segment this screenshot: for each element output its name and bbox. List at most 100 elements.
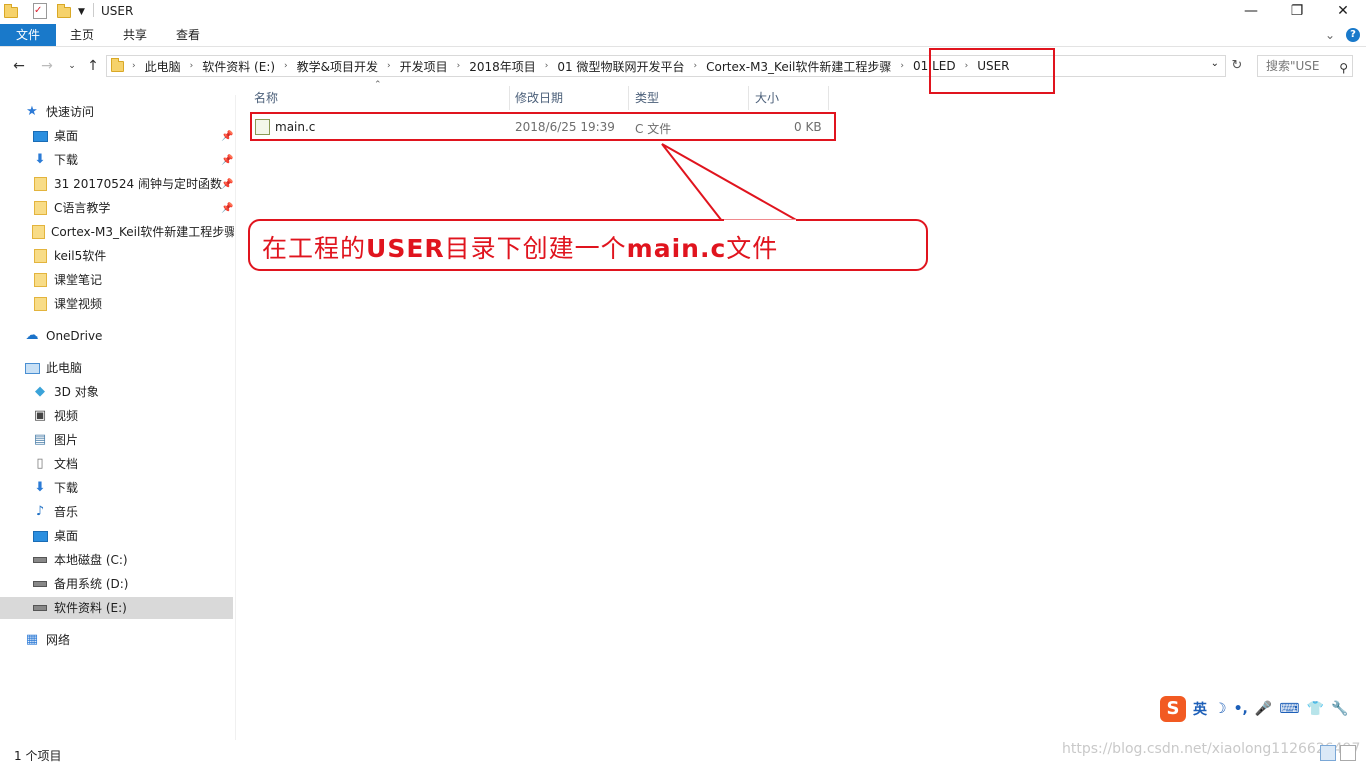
search-icon: ⚲	[1339, 61, 1348, 75]
star-icon: ★	[26, 104, 38, 119]
address-folder-icon	[111, 57, 124, 72]
sidebar-item-folder[interactable]: keil5软件	[32, 245, 106, 267]
pin-icon: 📌	[221, 131, 234, 142]
tab-share[interactable]: 共享	[111, 24, 159, 46]
address-bar[interactable]: › 此电脑 › 软件资料 (E:) › 教学&项目开发 › 开发项目 › 2018年项目…	[106, 55, 1226, 77]
address-dropdown-icon[interactable]: ⌄	[1211, 58, 1219, 69]
breadcrumb-item[interactable]: 01 微型物联网开发平台	[557, 58, 684, 75]
computer-icon	[24, 360, 40, 376]
sidebar-item-quick-access[interactable]: ★ 快速访问	[24, 101, 94, 123]
sidebar-item-label: 课堂笔记	[54, 273, 103, 287]
forward-arrow-icon[interactable]: →	[37, 56, 57, 76]
punctuation-icon[interactable]: •,	[1234, 701, 1248, 717]
breadcrumb-separator[interactable]: ›	[545, 61, 549, 71]
tab-home[interactable]: 主页	[58, 24, 106, 46]
column-header-date[interactable]: 修改日期	[509, 86, 629, 110]
customize-quick-access-icon[interactable]: ▼	[78, 3, 85, 21]
download-icon: ⬇	[34, 480, 46, 495]
pin-icon: 📌	[221, 203, 234, 214]
wrench-icon[interactable]: 🔧	[1331, 701, 1348, 717]
cube-icon: ◆	[35, 384, 45, 399]
sidebar-item-folder[interactable]: Cortex-M3_Keil软件新建工程步骤	[32, 221, 234, 243]
sidebar-item-label: 3D 对象	[54, 385, 99, 399]
sidebar-item-onedrive[interactable]: ☁ OneDrive	[24, 325, 103, 347]
column-header-type[interactable]: 类型	[629, 86, 749, 110]
sidebar-item-label: 本地磁盘 (C:)	[54, 553, 128, 567]
microphone-icon[interactable]: 🎤	[1255, 701, 1272, 717]
sidebar-item-drive-c[interactable]: 本地磁盘 (C:)	[32, 549, 128, 571]
video-icon: ▣	[33, 408, 47, 423]
refresh-icon[interactable]: ↻	[1228, 55, 1246, 77]
sidebar-item-label: 课堂视频	[54, 297, 103, 311]
sidebar-item-folder[interactable]: 31 20170524 闹钟与定时函数	[32, 173, 222, 195]
tab-file[interactable]: 文件	[0, 24, 56, 46]
recent-locations-icon[interactable]: ⌄	[62, 56, 82, 76]
tab-view[interactable]: 查看	[164, 24, 212, 46]
sidebar-item-music[interactable]: ♪ 音乐	[32, 501, 78, 523]
ime-language-toggle[interactable]: 英	[1193, 699, 1207, 719]
breadcrumb-separator[interactable]: ›	[900, 61, 904, 71]
sidebar-item-pictures[interactable]: ▤ 图片	[32, 429, 78, 451]
sogou-logo-icon[interactable]: S	[1160, 696, 1186, 722]
expand-ribbon-icon[interactable]: ⌄	[1322, 24, 1338, 46]
moon-icon[interactable]: ☽	[1214, 701, 1227, 717]
folder-icon	[32, 272, 48, 288]
breadcrumb-item[interactable]: 教学&项目开发	[297, 58, 378, 75]
sidebar-item-this-pc[interactable]: 此电脑	[24, 357, 82, 379]
keyboard-icon[interactable]: ⌨	[1279, 701, 1299, 717]
breadcrumb-item[interactable]: 此电脑	[145, 58, 181, 75]
sidebar-item-drive-e[interactable]: 软件资料 (E:)	[0, 597, 233, 619]
folder-icon	[4, 3, 18, 21]
properties-icon[interactable]: ✓	[33, 3, 47, 19]
sidebar-item-desktop[interactable]: 桌面	[32, 125, 78, 147]
sidebar-item-label: C语言教学	[54, 201, 111, 215]
back-arrow-icon[interactable]: ←	[9, 56, 29, 76]
breadcrumb-separator[interactable]: ›	[190, 61, 194, 71]
sidebar-item-drive-d[interactable]: 备用系统 (D:)	[32, 573, 128, 595]
sidebar-item-downloads[interactable]: ⬇ 下载	[32, 149, 78, 171]
sidebar-item-label: 网络	[46, 633, 71, 647]
annotation-callout: 在工程的USER目录下创建一个main.c文件	[248, 219, 928, 271]
breadcrumb-separator[interactable]: ›	[387, 61, 391, 71]
folder-icon	[32, 248, 48, 264]
breadcrumb-separator[interactable]: ›	[284, 61, 288, 71]
breadcrumb-item[interactable]: 软件资料 (E:)	[202, 58, 275, 75]
close-button[interactable]: ✕	[1320, 0, 1366, 22]
maximize-button[interactable]: ❐	[1274, 0, 1320, 22]
sidebar-item-label: 备用系统 (D:)	[54, 577, 129, 591]
minimize-button[interactable]: —	[1228, 0, 1274, 22]
title-bar: ✓ ▼ USER — ❐ ✕	[0, 0, 1366, 24]
breadcrumb-item[interactable]: Cortex-M3_Keil软件新建工程步骤	[706, 58, 891, 75]
breadcrumb-item[interactable]: 2018年项目	[469, 58, 536, 75]
up-arrow-icon[interactable]: ↑	[83, 56, 103, 76]
breadcrumb-separator[interactable]: ›	[457, 61, 461, 71]
details-view-icon[interactable]	[1320, 745, 1336, 761]
ime-toolbar[interactable]: S 英 ☽ •, 🎤 ⌨ 👕 🔧	[1160, 696, 1348, 722]
search-input[interactable]: 搜索"USE ⚲	[1257, 55, 1353, 77]
column-header-name[interactable]: 名称	[248, 86, 510, 110]
column-header-size[interactable]: 大小	[749, 86, 829, 110]
sidebar-item-videos[interactable]: ▣ 视频	[32, 405, 78, 427]
folder-icon	[32, 176, 48, 192]
breadcrumb-separator[interactable]: ›	[694, 61, 698, 71]
sidebar-item-folder[interactable]: 课堂笔记	[32, 269, 102, 291]
sidebar-item-folder[interactable]: 课堂视频	[32, 293, 102, 315]
help-icon[interactable]: ?	[1346, 28, 1360, 42]
desktop-icon	[32, 528, 48, 544]
folder-icon	[32, 296, 48, 312]
sidebar-item-folder[interactable]: C语言教学	[32, 197, 110, 219]
desktop-icon	[32, 128, 48, 144]
skin-icon[interactable]: 👕	[1307, 701, 1324, 717]
sidebar-item-network[interactable]: ▦ 网络	[24, 629, 70, 651]
download-icon: ⬇	[34, 152, 46, 167]
breadcrumb-item[interactable]: 开发项目	[400, 58, 448, 75]
sidebar-item-documents[interactable]: ▯ 文档	[32, 453, 78, 475]
new-folder-icon[interactable]	[57, 3, 71, 21]
sidebar-item-downloads-pc[interactable]: ⬇ 下载	[32, 477, 78, 499]
folder-icon	[32, 224, 45, 240]
large-icons-view-icon[interactable]	[1340, 745, 1356, 761]
highlight-file-box	[250, 112, 836, 141]
sidebar-item-desktop-pc[interactable]: 桌面	[32, 525, 78, 547]
sidebar-item-3d-objects[interactable]: ◆ 3D 对象	[32, 381, 99, 403]
folder-icon	[32, 200, 48, 216]
